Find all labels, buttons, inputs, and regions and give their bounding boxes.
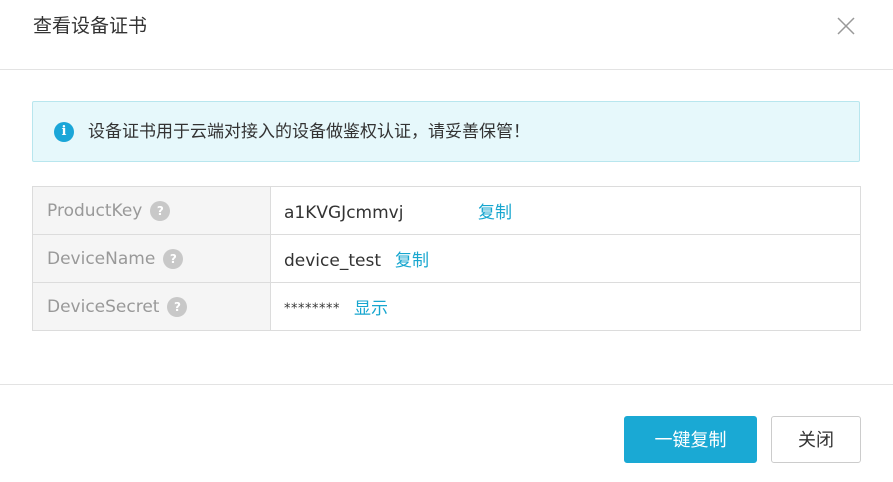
table-row-device-secret: DeviceSecret? ******** 显示 bbox=[32, 282, 861, 331]
product-key-value: a1KVGJcmmvj bbox=[284, 203, 404, 223]
help-icon[interactable]: ? bbox=[163, 248, 184, 269]
table-row-device-name: DeviceName? device_test 复制 bbox=[32, 234, 861, 283]
key-cell: DeviceName? bbox=[32, 234, 271, 283]
table-row-product-key: ProductKey? a1KVGJcmmvj 复制 bbox=[32, 186, 861, 235]
info-icon: i bbox=[54, 122, 74, 142]
key-cell: DeviceSecret? bbox=[32, 282, 271, 331]
key-cell: ProductKey? bbox=[32, 186, 271, 235]
copy-all-button[interactable]: 一键复制 bbox=[624, 416, 757, 463]
close-button[interactable]: 关闭 bbox=[771, 416, 861, 463]
value-cell: ******** 显示 bbox=[270, 282, 861, 331]
value-cell: a1KVGJcmmvj 复制 bbox=[270, 186, 861, 235]
footer-divider bbox=[0, 384, 893, 385]
copy-device-name-link[interactable]: 复制 bbox=[395, 251, 429, 271]
device-name-label: DeviceName bbox=[47, 248, 156, 269]
dialog-title: 查看设备证书 bbox=[33, 15, 148, 37]
help-icon[interactable]: ? bbox=[167, 296, 188, 317]
certificate-table: ProductKey? a1KVGJcmmvj 复制 DeviceName? de… bbox=[32, 186, 861, 331]
product-key-label: ProductKey bbox=[47, 200, 143, 221]
certificate-dialog: 查看设备证书 i 设备证书用于云端对接入的设备做鉴权认证，请妥善保管！ Prod… bbox=[0, 0, 893, 482]
close-icon[interactable] bbox=[834, 14, 858, 38]
show-secret-link[interactable]: 显示 bbox=[354, 299, 388, 319]
copy-product-key-link[interactable]: 复制 bbox=[478, 203, 512, 223]
notice-text: 设备证书用于云端对接入的设备做鉴权认证，请妥善保管！ bbox=[88, 122, 530, 142]
help-icon[interactable]: ? bbox=[150, 200, 171, 221]
dialog-header: 查看设备证书 bbox=[0, 0, 893, 70]
device-secret-value: ******** bbox=[284, 301, 340, 317]
device-name-value: device_test bbox=[284, 251, 381, 271]
info-notice: i 设备证书用于云端对接入的设备做鉴权认证，请妥善保管！ bbox=[32, 101, 860, 162]
device-secret-label: DeviceSecret bbox=[47, 296, 160, 317]
value-cell: device_test 复制 bbox=[270, 234, 861, 283]
